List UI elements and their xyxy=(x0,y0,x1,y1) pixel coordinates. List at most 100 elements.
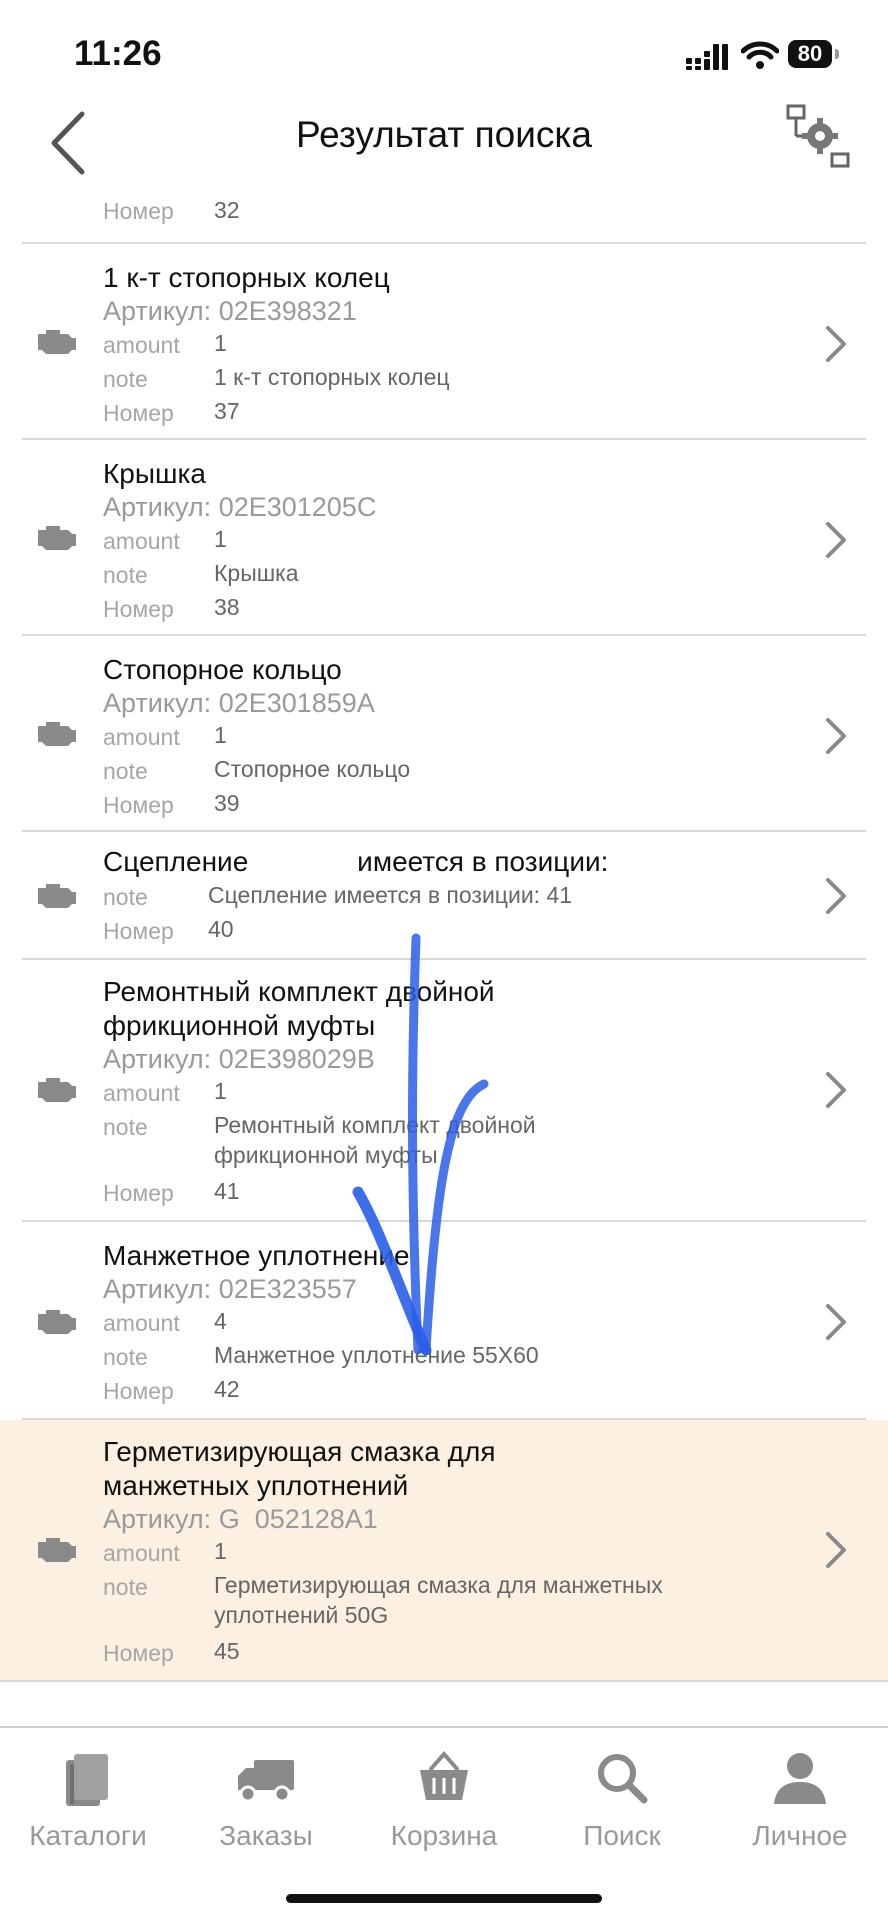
article-label: Артикул: xyxy=(103,1504,212,1534)
note-label: note xyxy=(103,366,148,392)
item-article: Артикул: 02E398029B xyxy=(103,1044,375,1075)
list-item[interactable]: Крышка Артикул: 02E301205C amount 1 note… xyxy=(22,440,866,636)
number-label: Номер xyxy=(103,198,174,224)
item-name-line2: манжетных уплотнений xyxy=(103,1470,409,1501)
tab-cart[interactable]: Корзина xyxy=(356,1728,532,1868)
number-value: 45 xyxy=(214,1638,240,1664)
article-label: Артикул: xyxy=(103,296,212,326)
item-article: Артикул: G 052128A1 xyxy=(103,1504,378,1535)
article-value: 02E323557 xyxy=(218,1274,357,1304)
tab-search[interactable]: Поиск xyxy=(534,1728,710,1868)
engine-icon xyxy=(38,1078,76,1102)
note-label: note xyxy=(103,884,148,910)
books-icon xyxy=(66,1754,108,1806)
home-indicator xyxy=(286,1894,602,1903)
battery-tip xyxy=(835,49,839,59)
engine-icon xyxy=(38,722,76,746)
amount-value: 1 xyxy=(214,526,227,552)
hand-drawn-arrow-annotation xyxy=(352,933,489,1356)
amount-label: amount xyxy=(103,528,180,554)
item-name: 1 к-т стопорных колец xyxy=(103,262,390,293)
number-label: Номер xyxy=(103,1640,174,1666)
number-value: 32 xyxy=(214,197,240,223)
basket-icon xyxy=(420,1750,468,1800)
tab-catalogs[interactable]: Каталоги xyxy=(0,1728,176,1868)
page-title: Результат поиска xyxy=(296,114,592,155)
number-label: Номер xyxy=(103,1378,174,1404)
engine-icon xyxy=(38,330,76,354)
engine-icon xyxy=(38,884,76,908)
amount-value: 1 xyxy=(214,1538,227,1564)
tab-label: Каталоги xyxy=(29,1820,147,1851)
note-value: 1 к-т стопорных колец xyxy=(214,364,450,390)
list-item[interactable]: 1 к-т стопорных колец Артикул: 02E398321… xyxy=(22,244,866,440)
article-value: G 052128A1 xyxy=(218,1504,378,1534)
note-value: Крышка xyxy=(214,560,299,586)
note-value: Сцепление имеется в позиции: 41 xyxy=(208,882,573,908)
list-item[interactable]: Стопорное кольцо Артикул: 02E301859A amo… xyxy=(22,636,866,832)
chevron-right-icon xyxy=(826,878,846,914)
item-name: Сцепление имеется в позиции: xyxy=(103,846,609,877)
truck-icon xyxy=(238,1760,294,1803)
status-bar: 11:26 80 xyxy=(0,0,888,100)
number-value: 40 xyxy=(208,916,234,942)
article-label: Артикул: xyxy=(103,1044,212,1074)
number-label: Номер xyxy=(103,1180,174,1206)
amount-value: 4 xyxy=(214,1308,227,1334)
engine-icon xyxy=(38,1538,76,1562)
number-label: Номер xyxy=(103,400,174,426)
article-value: 02E301859A xyxy=(218,688,375,718)
number-value: 38 xyxy=(214,594,240,620)
article-label: Артикул: xyxy=(103,688,212,718)
number-label: Номер xyxy=(103,596,174,622)
note-label: note xyxy=(103,1344,148,1370)
battery-indicator: 80 xyxy=(788,40,832,68)
amount-value: 1 xyxy=(214,1078,227,1104)
note-label: note xyxy=(103,562,148,588)
navigation-bar: Результат поиска xyxy=(0,100,888,190)
number-label: Номер xyxy=(103,918,174,944)
tab-label: Личное xyxy=(752,1820,848,1851)
list-item-highlighted[interactable]: Герметизирующая смазка для манжетных упл… xyxy=(0,1420,888,1682)
article-value: 02E301205C xyxy=(218,492,377,522)
item-article: Артикул: 02E301205C xyxy=(103,492,376,523)
note-label: note xyxy=(103,758,148,784)
chevron-right-icon xyxy=(826,1304,846,1340)
amount-label: amount xyxy=(103,1080,180,1106)
amount-value: 1 xyxy=(214,330,227,356)
settings-gear-icon[interactable] xyxy=(782,102,854,174)
tab-personal[interactable]: Личное xyxy=(712,1728,888,1868)
article-label: Артикул: xyxy=(103,1274,212,1304)
item-article: Артикул: 02E323557 xyxy=(103,1274,357,1305)
item-name: Стопорное кольцо xyxy=(103,654,342,685)
note-label: note xyxy=(103,1574,148,1600)
tab-bar: Каталоги Заказы Корзина Поиск Личное xyxy=(0,1726,888,1922)
wifi-icon xyxy=(741,41,779,69)
item-article: Артикул: 02E301859A xyxy=(103,688,375,719)
tab-label: Заказы xyxy=(219,1820,313,1851)
chevron-right-icon xyxy=(826,1532,846,1568)
chevron-right-icon xyxy=(826,1072,846,1108)
engine-icon xyxy=(38,526,76,550)
chevron-right-icon xyxy=(826,522,846,558)
signal-icon xyxy=(686,44,728,70)
note-value-line2: уплотнений 50G xyxy=(214,1602,389,1628)
amount-value: 1 xyxy=(214,722,227,748)
note-label: note xyxy=(103,1114,148,1140)
tab-label: Поиск xyxy=(583,1820,661,1851)
chevron-right-icon xyxy=(826,326,846,362)
item-name-line1: Герметизирующая смазка для xyxy=(103,1436,496,1467)
chevron-right-icon xyxy=(826,718,846,754)
item-name-line2: фрикционной муфты xyxy=(103,1010,376,1041)
amount-label: amount xyxy=(103,1540,180,1566)
item-article: Артикул: 02E398321 xyxy=(103,296,357,327)
article-value: 02E398321 xyxy=(218,296,357,326)
list-item[interactable]: Номер 32 xyxy=(22,190,866,244)
amount-label: amount xyxy=(103,724,180,750)
amount-label: amount xyxy=(103,332,180,358)
number-value: 39 xyxy=(214,790,240,816)
tab-orders[interactable]: Заказы xyxy=(178,1728,354,1868)
tab-label: Корзина xyxy=(390,1820,498,1851)
article-label: Артикул: xyxy=(103,492,212,522)
number-label: Номер xyxy=(103,792,174,818)
